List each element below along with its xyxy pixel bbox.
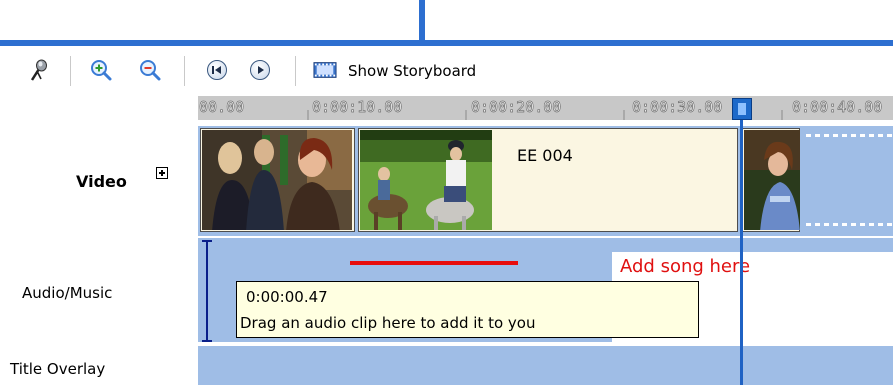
tooltip-time: 0:00:00.47 <box>246 288 328 306</box>
ruler-tick-label: 0:00:10.00 <box>312 98 403 117</box>
zoom-out-icon[interactable] <box>138 58 162 82</box>
ruler-tick-label: 0:00:40.00 <box>792 98 883 117</box>
separator-stub <box>419 0 425 44</box>
insertion-cursor <box>202 240 212 342</box>
clip-thumbnail <box>360 130 492 230</box>
expand-icon[interactable] <box>156 167 168 179</box>
video-clip[interactable] <box>200 128 355 232</box>
rewind-icon[interactable] <box>205 58 229 82</box>
playhead-line <box>740 120 743 385</box>
play-icon[interactable] <box>248 58 272 82</box>
title-overlay-track-label: Title Overlay <box>10 360 106 378</box>
zoom-in-icon[interactable] <box>89 58 113 82</box>
ruler-tick-label: 00.00 <box>199 98 245 117</box>
show-storyboard-button[interactable]: Show Storyboard <box>348 62 476 80</box>
microphone-icon[interactable] <box>26 58 50 82</box>
toolbar-separator <box>184 56 185 86</box>
ruler-tick-label: 0:00:30.00 <box>632 98 723 117</box>
clip-title: EE 004 <box>517 146 573 165</box>
clip-thumbnail <box>744 130 800 230</box>
empty-clip-slot[interactable] <box>806 132 893 228</box>
video-track-label: Video <box>76 172 127 191</box>
video-clip[interactable] <box>358 128 738 232</box>
clip-thumbnail <box>202 130 352 230</box>
playhead-handle[interactable] <box>732 98 752 120</box>
title-overlay-track[interactable] <box>198 346 893 385</box>
top-separator <box>0 40 893 46</box>
toolbar-separator <box>295 56 296 86</box>
tooltip-message: Drag an audio clip here to add it to you <box>240 314 536 332</box>
audio-track-label: Audio/Music <box>22 284 113 302</box>
video-clip[interactable] <box>742 128 800 232</box>
storyboard-icon[interactable] <box>313 58 337 82</box>
ruler-tick-label: 0:00:20.00 <box>471 98 562 117</box>
add-song-annotation: Add song here <box>620 256 751 277</box>
red-marker-line <box>350 261 518 265</box>
toolbar-separator <box>70 56 71 86</box>
